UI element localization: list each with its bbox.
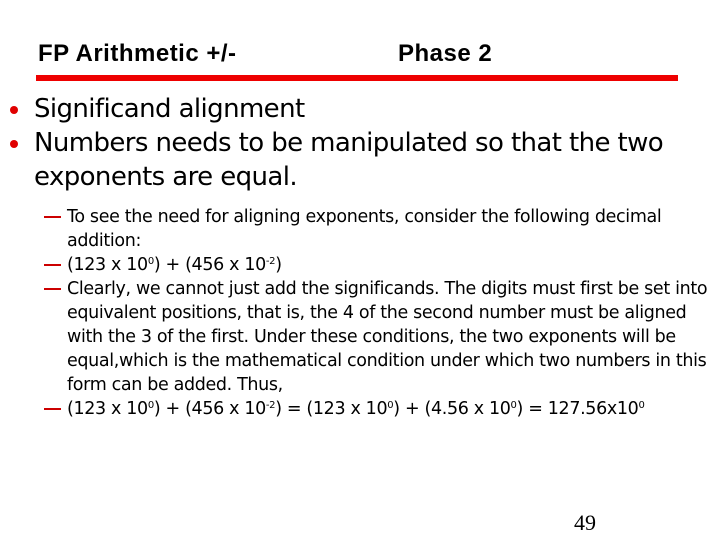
page-number: 49 [574,510,596,535]
bullet-dot-icon [10,106,18,114]
bullet-dot-icon [10,140,18,148]
dash-icon [44,216,61,218]
slide-subtitle: Phase 2 [398,40,493,67]
sub-bullet-item: To see the need for aligning exponents, … [0,205,720,253]
bullet-text: Significand alignment [34,94,305,124]
title-divider [36,75,678,81]
sub-bullet-item: (123 x 100) + (456 x 10-2) = (123 x 100)… [0,397,720,421]
equation: (123 x 100) + (456 x 10-2) = (123 x 100)… [67,399,645,419]
sub-bullet-text: Clearly, we cannot just add the signific… [67,279,708,395]
dash-icon [44,264,61,266]
bullet-item: Significand alignment [0,92,720,126]
bullet-item: Numbers needs to be manipulated so that … [0,126,720,194]
sub-bullet-list: To see the need for aligning exponents, … [0,205,720,421]
sub-bullet-item: Clearly, we cannot just add the signific… [0,277,720,397]
sub-bullet-item: (123 x 100) + (456 x 10-2) [0,253,720,277]
dash-icon [44,408,61,410]
dash-icon [44,288,61,290]
slide-title: FP Arithmetic +/- [38,40,237,67]
bullet-text: Numbers needs to be manipulated so that … [34,128,664,192]
sub-bullet-text: To see the need for aligning exponents, … [67,207,662,251]
equation: (123 x 100) + (456 x 10-2) [67,255,282,275]
slide-header: FP Arithmetic +/- Phase 2 [0,40,720,76]
bullet-list: Significand alignment Numbers needs to b… [0,92,720,194]
